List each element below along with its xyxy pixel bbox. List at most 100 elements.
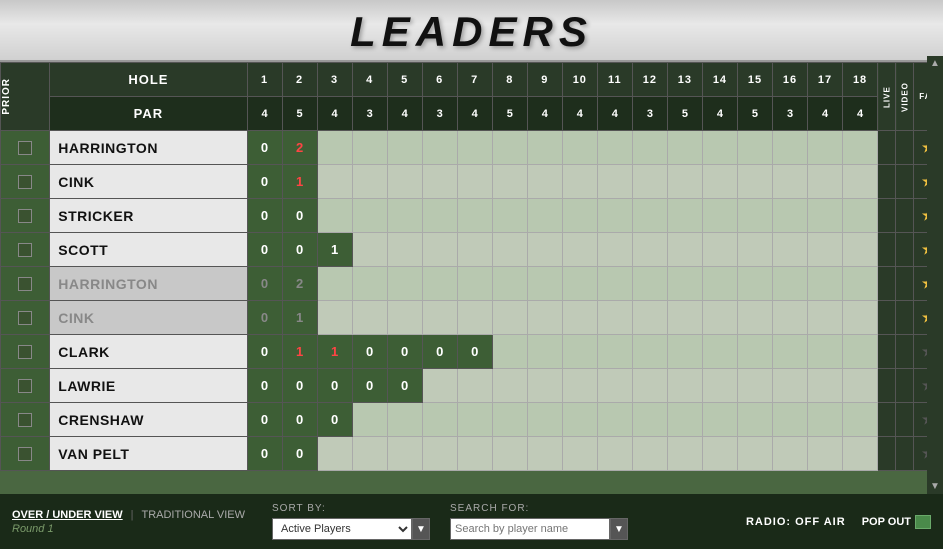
score-cell-hole-6 — [422, 165, 457, 199]
score-cell-hole-17 — [808, 165, 843, 199]
score-cell-hole-7 — [457, 301, 492, 335]
score-cell-hole-6 — [422, 233, 457, 267]
search-dropdown-btn[interactable]: ▼ — [610, 518, 628, 540]
score-cell-hole-1: 0 — [247, 199, 282, 233]
par-6: 3 — [422, 97, 457, 131]
video-cell — [896, 199, 914, 233]
score-cell-hole-13 — [667, 131, 702, 165]
hole-15: 15 — [737, 63, 772, 97]
par-8: 5 — [492, 97, 527, 131]
scroll-down[interactable]: ▼ — [930, 481, 940, 492]
score-cell-hole-3 — [317, 267, 352, 301]
score-cell-hole-8 — [492, 233, 527, 267]
video-cell — [896, 233, 914, 267]
score-cell-hole-8 — [492, 403, 527, 437]
hole-header-row: PRIOR HOLE 1 2 3 4 5 6 7 8 9 10 11 12 13 — [1, 63, 943, 97]
score-cell-hole-9 — [527, 335, 562, 369]
score-cell-hole-2: 0 — [282, 369, 317, 403]
hole-4: 4 — [352, 63, 387, 97]
score-cell-hole-10 — [562, 267, 597, 301]
score-cell-hole-17 — [808, 403, 843, 437]
score-cell-hole-15 — [737, 437, 772, 471]
score-cell-hole-9 — [527, 437, 562, 471]
score-cell-hole-13 — [667, 403, 702, 437]
player-name: LAWRIE — [50, 369, 247, 403]
hole-9: 9 — [527, 63, 562, 97]
score-cell-hole-6 — [422, 131, 457, 165]
score-cell-hole-17 — [808, 369, 843, 403]
score-cell-hole-3 — [317, 165, 352, 199]
traditional-view-btn[interactable]: TRADITIONAL VIEW — [141, 509, 245, 521]
score-cell-hole-2: 1 — [282, 165, 317, 199]
score-cell-hole-14 — [702, 165, 737, 199]
score-cell-hole-16 — [772, 335, 807, 369]
sort-dropdown-btn[interactable]: ▼ — [412, 518, 430, 540]
search-select-wrap: ▼ — [450, 518, 628, 540]
sort-select[interactable]: Active Players Name Score — [272, 518, 412, 540]
footer: OVER / UNDER VIEW | TRADITIONAL VIEW Rou… — [0, 494, 943, 549]
score-cell-hole-18 — [843, 131, 878, 165]
over-under-view-btn[interactable]: OVER / UNDER VIEW — [12, 509, 123, 521]
hole-label: HOLE — [50, 63, 247, 97]
hole-7: 7 — [457, 63, 492, 97]
hole-5: 5 — [387, 63, 422, 97]
score-cell-hole-16 — [772, 403, 807, 437]
score-cell-hole-18 — [843, 199, 878, 233]
score-cell-hole-16 — [772, 369, 807, 403]
score-cell-hole-6 — [422, 267, 457, 301]
score-cell-hole-5: 0 — [387, 335, 422, 369]
table-row: VAN PELT00★ — [1, 437, 943, 471]
par-header-row: PAR 4 5 4 3 4 3 4 5 4 4 4 3 5 4 5 3 — [1, 97, 943, 131]
score-cell-hole-16 — [772, 267, 807, 301]
score-cell-hole-8 — [492, 437, 527, 471]
hole-6: 6 — [422, 63, 457, 97]
score-cell-hole-11 — [597, 335, 632, 369]
score-cell-hole-11 — [597, 301, 632, 335]
video-cell — [896, 267, 914, 301]
score-cell-hole-11 — [597, 267, 632, 301]
radio-status: RADIO: OFF AIR — [746, 516, 846, 528]
score-cell-hole-13 — [667, 165, 702, 199]
live-cell — [878, 437, 896, 471]
score-cell-hole-3 — [317, 301, 352, 335]
score-cell-hole-18 — [843, 335, 878, 369]
sort-label: SORT BY: — [272, 503, 430, 514]
player-name: HARRINGTON — [50, 267, 247, 301]
player-name: VAN PELT — [50, 437, 247, 471]
score-cell-hole-15 — [737, 335, 772, 369]
score-cell-hole-18 — [843, 267, 878, 301]
player-name: SCOTT — [50, 233, 247, 267]
round-label: Round 1 — [12, 523, 252, 535]
scroll-up[interactable]: ▲ — [930, 58, 940, 69]
par-17: 4 — [808, 97, 843, 131]
hole-11: 11 — [597, 63, 632, 97]
hole-14: 14 — [702, 63, 737, 97]
score-cell-hole-5 — [387, 437, 422, 471]
score-cell-hole-6 — [422, 403, 457, 437]
live-cell — [878, 403, 896, 437]
score-cell-hole-3 — [317, 199, 352, 233]
score-cell-hole-3 — [317, 437, 352, 471]
search-input[interactable] — [450, 518, 610, 540]
par-4: 3 — [352, 97, 387, 131]
score-cell-hole-8 — [492, 165, 527, 199]
score-cell-hole-14 — [702, 335, 737, 369]
score-cell-hole-11 — [597, 233, 632, 267]
score-cell-hole-16 — [772, 131, 807, 165]
live-cell — [878, 165, 896, 199]
live-cell — [878, 335, 896, 369]
score-cell-hole-5 — [387, 131, 422, 165]
popout-btn[interactable]: POP OUT — [862, 515, 931, 529]
score-cell-hole-7 — [457, 267, 492, 301]
score-cell-hole-1: 0 — [247, 165, 282, 199]
table-row: HARRINGTON02★ — [1, 267, 943, 301]
player-name: CINK — [50, 165, 247, 199]
score-cell-hole-16 — [772, 199, 807, 233]
score-cell-hole-3: 1 — [317, 335, 352, 369]
score-cell-hole-5 — [387, 267, 422, 301]
hole-10: 10 — [562, 63, 597, 97]
score-cell-hole-15 — [737, 131, 772, 165]
player-name: HARRINGTON — [50, 131, 247, 165]
score-cell-hole-8 — [492, 335, 527, 369]
scoreboard-table: PRIOR HOLE 1 2 3 4 5 6 7 8 9 10 11 12 13 — [0, 62, 943, 471]
